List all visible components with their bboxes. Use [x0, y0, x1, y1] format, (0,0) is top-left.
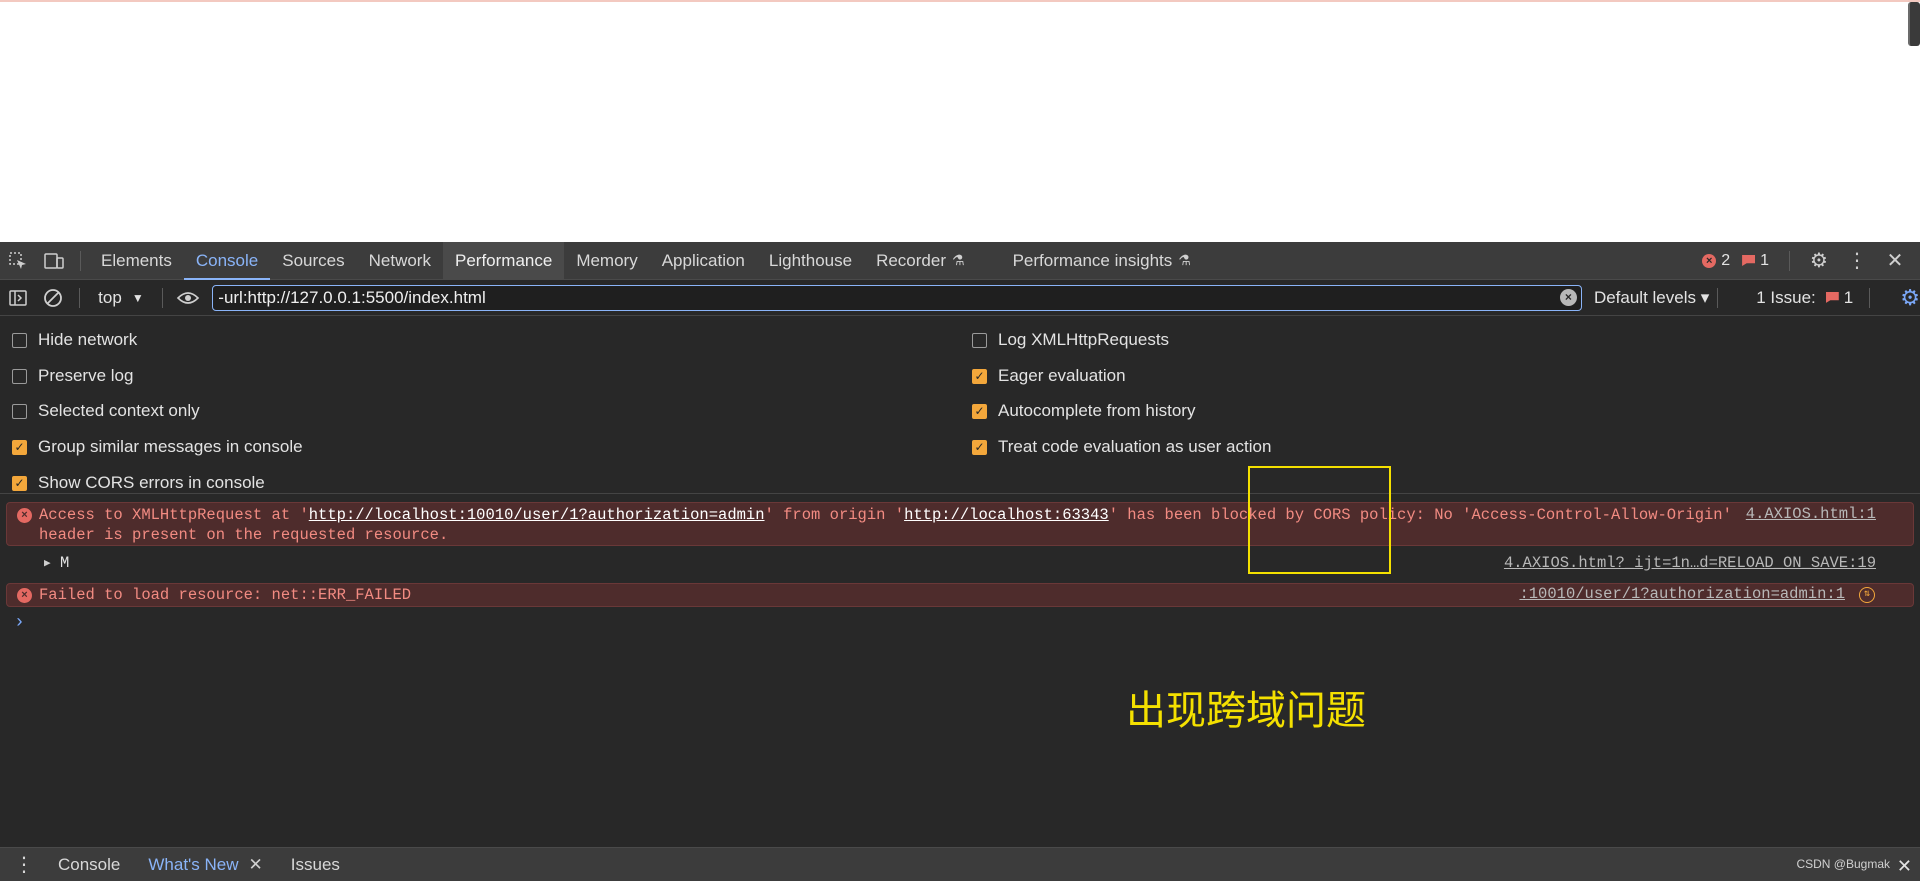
drawer-menu-icon[interactable]: ⋮ — [0, 852, 44, 877]
issue-flag-icon — [1825, 292, 1839, 303]
tab-elements[interactable]: Elements — [89, 242, 184, 280]
scrollbar-thumb[interactable] — [1908, 2, 1920, 46]
experimental-flask-icon: ⚗ — [1178, 252, 1191, 268]
source-link[interactable]: 4.AXIOS.html?_ijt=1n…d=RELOAD_ON_SAVE:19 — [1504, 554, 1876, 572]
checkbox-log-xhr[interactable]: Log XMLHttpRequests — [972, 330, 1169, 350]
divider — [1717, 287, 1719, 308]
checkbox[interactable] — [12, 368, 27, 384]
log-levels-dropdown[interactable]: Default levels ▾ — [1594, 288, 1709, 308]
close-tab-icon[interactable]: ✕ — [249, 855, 263, 875]
tabbar-right-controls: × 2 1 ⚙ ⋮ ✕ — [1702, 242, 1920, 280]
source-link[interactable]: 4.AXIOS.html:1 — [1746, 505, 1876, 523]
issue-flag-icon — [1742, 255, 1756, 266]
console-prompt-chevron-icon[interactable]: › — [14, 613, 25, 633]
network-request-icon[interactable]: ⇅ — [1859, 587, 1875, 603]
inspect-element-icon[interactable] — [0, 242, 36, 280]
device-toolbar-icon[interactable] — [36, 242, 72, 280]
console-error-message: × Access to XMLHttpRequest at 'http://lo… — [6, 502, 1914, 546]
checkbox-checked[interactable]: ✓ — [972, 403, 987, 419]
checkbox-checked[interactable]: ✓ — [972, 368, 987, 384]
checkbox-group-similar[interactable]: ✓ Group similar messages in console — [12, 437, 303, 457]
console-settings-gear-icon[interactable]: ⚙ — [1900, 285, 1920, 311]
source-link[interactable]: :10010/user/1?authorization=admin:1 — [1519, 585, 1845, 603]
experimental-flask-icon: ⚗ — [952, 252, 965, 268]
console-error-message: × Failed to load resource: net::ERR_FAIL… — [6, 583, 1914, 607]
checkbox[interactable] — [12, 403, 27, 419]
tab-recorder[interactable]: Recorder ⚗ — [864, 242, 976, 280]
expand-triangle-icon[interactable]: ▶ — [44, 556, 51, 570]
filter-input-box[interactable]: × — [212, 284, 1582, 311]
divider — [1869, 287, 1871, 308]
divider — [161, 287, 163, 308]
drawer-tabbar: ⋮ Console What's New ✕ Issues CSDN @Bugma… — [0, 847, 1920, 881]
checkbox-checked[interactable]: ✓ — [12, 439, 27, 455]
error-counter[interactable]: × 2 — [1702, 252, 1730, 270]
error-icon: × — [17, 508, 32, 523]
tab-memory[interactable]: Memory — [564, 242, 649, 280]
divider — [79, 287, 81, 308]
tab-performance[interactable]: Performance — [442, 241, 565, 280]
close-drawer-icon[interactable]: ✕ — [1897, 856, 1912, 877]
checkbox-show-cors-errors[interactable]: ✓ Show CORS errors in console — [12, 473, 265, 493]
sidebar-toggle-icon[interactable] — [0, 279, 36, 317]
tab-console[interactable]: Console — [183, 242, 271, 280]
more-options-icon[interactable]: ⋮ — [1840, 242, 1874, 280]
checkbox-checked[interactable]: ✓ — [12, 475, 27, 491]
filter-input[interactable] — [218, 287, 1560, 308]
console-log-message: ▶ M 4.AXIOS.html?_ijt=1n…d=RELOAD_ON_SAV… — [44, 554, 1876, 572]
error-text: Access to XMLHttpRequest at 'http://loca… — [39, 506, 1732, 544]
context-selector[interactable]: top ▼ — [88, 288, 154, 308]
issue-counter[interactable]: 1 — [1742, 252, 1769, 270]
clear-filter-icon[interactable]: × — [1559, 289, 1577, 306]
divider — [1789, 250, 1790, 271]
console-toolbar: top ▼ × Default levels ▾ 1 Issue: 1 ⚙ — [0, 280, 1920, 316]
drawer-tab-console[interactable]: Console — [44, 855, 134, 875]
console-settings-pane: Hide network Preserve log Selected conte… — [0, 316, 1920, 494]
checkbox[interactable] — [972, 332, 987, 348]
error-icon: × — [17, 588, 32, 603]
devtools-tabbar: Elements Console Sources Network Perform… — [0, 241, 1920, 280]
annotation-text: 出现跨域问题 — [1126, 688, 1366, 734]
devtools-panel: Elements Console Sources Network Perform… — [0, 241, 1920, 881]
tab-network[interactable]: Network — [357, 242, 443, 280]
drawer-tab-issues[interactable]: Issues — [277, 855, 354, 875]
drawer-tab-whats-new[interactable]: What's New ✕ — [134, 855, 276, 875]
checkbox-selected-context-only[interactable]: Selected context only — [12, 401, 200, 421]
issues-button[interactable]: 1 Issue: 1 — [1756, 288, 1853, 308]
request-url-link[interactable]: http://localhost:10010/user/1?authorizat… — [309, 506, 765, 524]
checkbox-autocomplete-history[interactable]: ✓ Autocomplete from history — [972, 401, 1195, 421]
annotation-highlight-box — [1248, 466, 1391, 574]
close-devtools-icon[interactable]: ✕ — [1878, 242, 1912, 280]
divider — [80, 250, 81, 271]
checkbox-preserve-log[interactable]: Preserve log — [12, 366, 133, 386]
checkbox-checked[interactable]: ✓ — [972, 439, 987, 455]
checkbox[interactable] — [12, 332, 27, 348]
clear-console-icon[interactable] — [36, 279, 72, 317]
checkbox-eager-evaluation[interactable]: ✓ Eager evaluation — [972, 366, 1126, 386]
tab-lighthouse[interactable]: Lighthouse — [757, 242, 864, 280]
live-expression-eye-icon[interactable] — [171, 279, 207, 317]
tab-application[interactable]: Application — [650, 242, 757, 280]
checkbox-hide-network[interactable]: Hide network — [12, 330, 137, 350]
watermark: CSDN @Bugmak — [1796, 857, 1890, 871]
origin-url-link[interactable]: http://localhost:63343 — [904, 506, 1109, 524]
error-icon: × — [1702, 253, 1717, 268]
settings-gear-icon[interactable]: ⚙ — [1802, 242, 1836, 280]
tab-sources[interactable]: Sources — [270, 242, 356, 280]
page-viewport — [0, 0, 1920, 242]
dropdown-arrow-icon: ▼ — [131, 290, 144, 305]
checkbox-treat-code-eval[interactable]: ✓ Treat code evaluation as user action — [972, 437, 1271, 457]
tab-performance-insights[interactable]: Performance insights ⚗ — [1001, 242, 1203, 280]
